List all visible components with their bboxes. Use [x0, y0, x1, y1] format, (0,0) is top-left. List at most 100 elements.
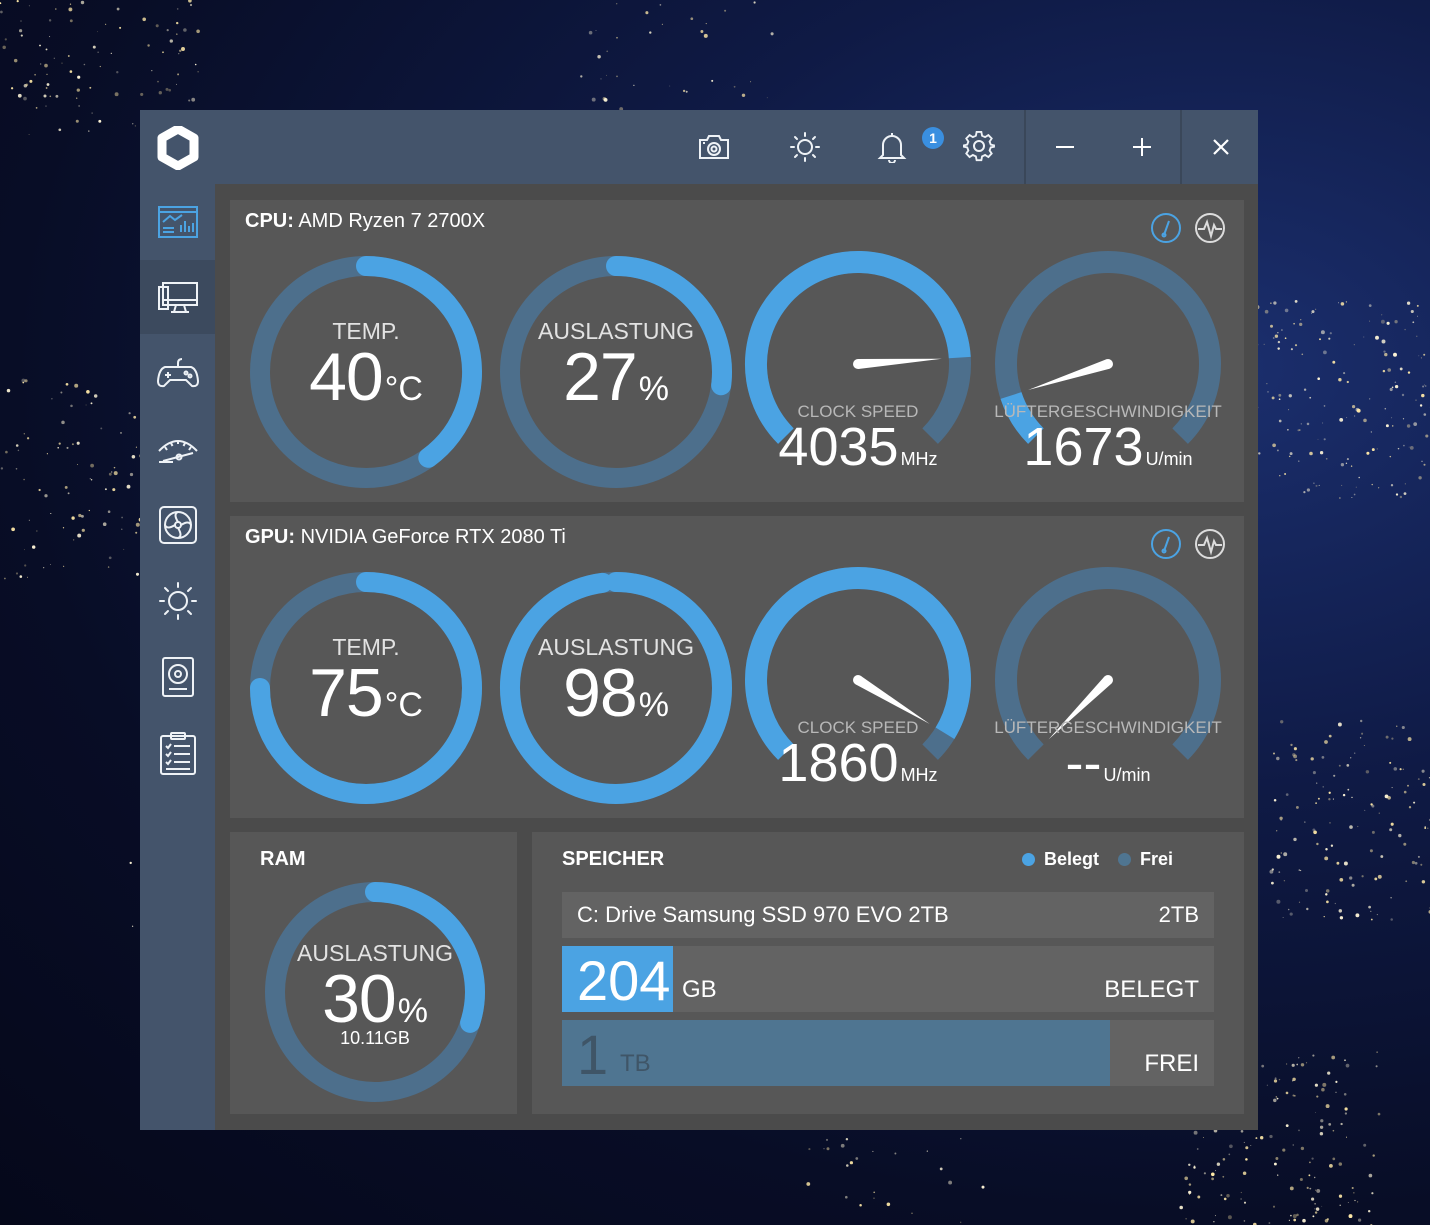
sidebar-item-dashboard[interactable] — [140, 184, 215, 258]
city-light — [1304, 888, 1309, 893]
maximize-button[interactable] — [1105, 110, 1179, 184]
city-light — [1289, 1186, 1294, 1191]
city-light — [1322, 422, 1324, 424]
city-light — [23, 549, 25, 551]
city-light — [1263, 343, 1265, 346]
settings-button[interactable] — [951, 110, 1007, 184]
city-light — [1316, 1095, 1319, 1098]
notification-badge: 1 — [922, 127, 944, 149]
city-light — [123, 548, 125, 550]
city-light — [616, 3, 618, 5]
city-light — [1351, 497, 1353, 499]
city-light — [23, 83, 28, 88]
city-light — [55, 8, 57, 10]
legend-used-swatch — [1022, 853, 1035, 866]
city-light — [1220, 1194, 1223, 1197]
city-light — [177, 73, 180, 76]
cpu-clock-value: 4035 MHz — [742, 416, 974, 478]
city-light — [1311, 310, 1315, 314]
gpu-card: GPU: NVIDIA GeForce RTX 2080 Ti TEMP. 75… — [230, 516, 1244, 818]
graph-view-icon[interactable] — [1194, 212, 1226, 244]
city-light — [1229, 1144, 1233, 1149]
city-light — [1317, 438, 1319, 440]
city-light — [1280, 329, 1283, 331]
minimize-button[interactable] — [1028, 110, 1102, 184]
city-light — [166, 29, 169, 32]
screenshot-button[interactable] — [686, 110, 742, 184]
maximize-icon — [1133, 138, 1151, 156]
city-light — [35, 107, 38, 109]
gauge-view-icon[interactable] — [1150, 212, 1182, 244]
city-light — [43, 567, 45, 569]
sidebar-item-tasks[interactable] — [140, 716, 215, 790]
city-light — [1344, 1059, 1346, 1062]
gpu-title: GPU: NVIDIA GeForce RTX 2080 Ti — [245, 526, 566, 549]
city-light — [51, 398, 53, 400]
city-light — [18, 29, 23, 33]
city-light — [690, 17, 694, 21]
brightness-button[interactable] — [777, 110, 833, 184]
gpu-fan-gauge: LÜFTERGESCHWINDIGKEIT -- U/min — [992, 564, 1224, 814]
city-light — [85, 404, 87, 406]
gpu-view-toggle — [1150, 528, 1226, 560]
graph-view-icon[interactable] — [1194, 528, 1226, 560]
city-light — [1266, 383, 1268, 385]
city-light — [21, 378, 26, 383]
city-light — [1274, 334, 1279, 338]
city-light — [62, 527, 65, 529]
city-light — [1371, 483, 1373, 486]
sidebar-item-cooling[interactable] — [140, 488, 215, 562]
city-light — [1312, 1054, 1315, 1057]
city-light — [1291, 1063, 1295, 1067]
city-light — [147, 44, 150, 47]
city-light — [1312, 771, 1316, 775]
city-light — [1314, 1208, 1316, 1210]
city-light — [1381, 314, 1383, 316]
city-light — [770, 32, 774, 36]
city-light — [649, 31, 652, 34]
city-light — [703, 33, 708, 38]
city-light — [1377, 874, 1382, 879]
city-light — [162, 51, 164, 54]
notifications-button[interactable]: 1 — [864, 110, 944, 184]
city-light — [1283, 880, 1286, 882]
sidebar-item-performance[interactable] — [140, 412, 215, 486]
city-light — [46, 453, 48, 455]
city-light — [1300, 319, 1302, 321]
city-light — [1306, 422, 1310, 426]
drive-header[interactable]: C: Drive Samsung SSD 970 EVO 2TB 2TB — [562, 892, 1214, 938]
close-button[interactable] — [1184, 110, 1258, 184]
city-light — [1282, 917, 1284, 919]
free-space-unit: TB — [620, 1050, 651, 1077]
city-light — [1351, 1186, 1354, 1190]
app-logo-icon — [157, 126, 199, 170]
gauge-view-icon[interactable] — [1150, 528, 1182, 560]
city-light — [1260, 1136, 1264, 1140]
sidebar-item-games[interactable] — [140, 336, 215, 410]
city-light — [1289, 912, 1293, 916]
city-light — [1332, 1129, 1335, 1132]
sidebar-item-system[interactable] — [140, 260, 215, 334]
cpu-fan-unit: U/min — [1145, 449, 1193, 469]
city-light — [1341, 484, 1343, 486]
gpu-fan-unit: U/min — [1103, 765, 1151, 785]
city-light — [1389, 761, 1392, 764]
city-light — [1339, 1204, 1341, 1207]
city-light — [1370, 918, 1373, 921]
city-light — [1315, 484, 1318, 487]
city-light — [1390, 484, 1394, 487]
city-light — [1276, 830, 1278, 832]
city-light — [1284, 473, 1287, 475]
sidebar-item-lighting[interactable] — [140, 564, 215, 638]
city-light — [1271, 868, 1274, 871]
city-light — [168, 88, 172, 92]
city-light — [1320, 1119, 1324, 1123]
legend-used: Belegt — [1022, 849, 1099, 870]
city-light — [116, 71, 119, 74]
city-light — [4, 577, 6, 580]
sidebar-item-storage[interactable] — [140, 640, 215, 714]
city-light — [1419, 404, 1423, 407]
city-light — [840, 1143, 845, 1148]
city-light — [1327, 1071, 1331, 1075]
city-light — [1404, 328, 1406, 331]
